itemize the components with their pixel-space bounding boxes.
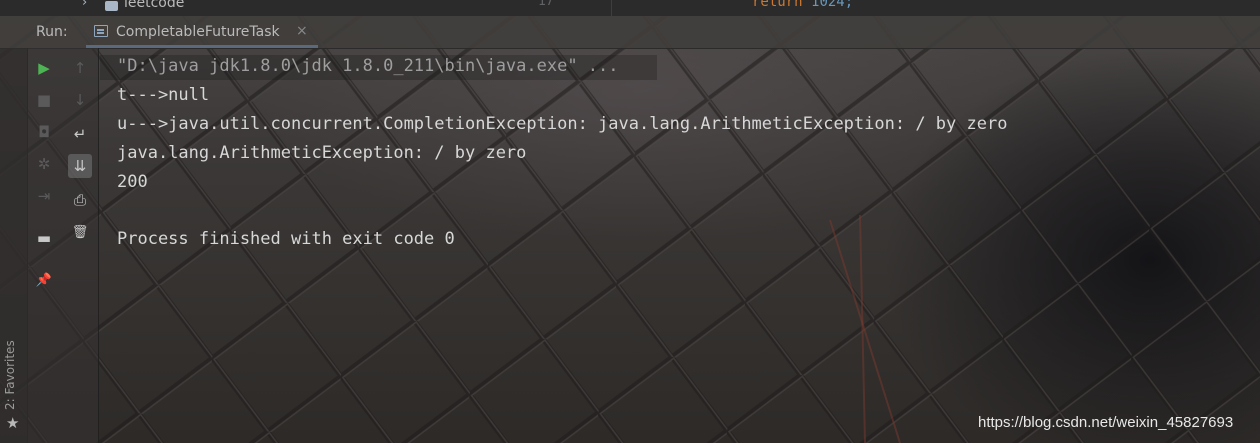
console-icon bbox=[94, 25, 108, 37]
trash-icon[interactable]: 🗑 bbox=[68, 220, 92, 244]
line-number: 17 bbox=[538, 0, 554, 9]
rerun-icon[interactable]: ▶ bbox=[32, 56, 56, 80]
run-toolbar-secondary: ↑ ↓ ↵ ⇊ ⎙ 🗑 bbox=[62, 48, 99, 443]
exit-icon[interactable]: ⇥ bbox=[32, 184, 56, 208]
console-line: java.lang.ArithmeticException: / by zero bbox=[117, 143, 527, 163]
scroll-to-end-icon[interactable]: ⇊ bbox=[68, 154, 92, 178]
stop-icon[interactable]: ■ bbox=[32, 88, 56, 112]
chevron-right-icon[interactable]: › bbox=[82, 0, 87, 10]
folder-icon bbox=[105, 1, 118, 11]
project-tree-folder-label[interactable]: leetcode bbox=[124, 0, 184, 11]
star-icon[interactable]: ★ bbox=[6, 414, 19, 432]
editor-top-strip: › leetcode 17 return 1024; bbox=[0, 0, 1260, 16]
arrow-down-icon[interactable]: ↓ bbox=[68, 88, 92, 112]
run-label: Run: bbox=[36, 24, 68, 40]
soft-wrap-icon[interactable]: ↵ bbox=[68, 122, 92, 146]
console-output[interactable]: "D:\java jdk1.8.0\jdk 1.8.0_211\bin\java… bbox=[100, 48, 1260, 443]
code-value: 1024; bbox=[811, 0, 854, 10]
close-icon[interactable]: × bbox=[296, 23, 308, 39]
camera-icon[interactable]: ◘ bbox=[32, 120, 56, 144]
favorites-tab[interactable]: 2: Favorites bbox=[3, 340, 17, 410]
console-line-exit-status: Process finished with exit code 0 bbox=[117, 229, 455, 249]
console-line-command: "D:\java jdk1.8.0\jdk 1.8.0_211\bin\java… bbox=[117, 56, 619, 76]
code-keyword: return bbox=[752, 0, 803, 10]
console-line: u--->java.util.concurrent.CompletionExce… bbox=[117, 114, 1008, 134]
run-panel-header: Run: CompletableFutureTask × bbox=[0, 16, 1260, 49]
code-line: return 1024; bbox=[752, 0, 853, 10]
run-toolbar-primary: ▶ ■ ◘ ✲ ⇥ ▬ 📌 bbox=[27, 48, 62, 443]
arrow-up-icon[interactable]: ↑ bbox=[68, 56, 92, 80]
run-tab-label: CompletableFutureTask bbox=[116, 24, 280, 40]
console-line: t--->null bbox=[117, 85, 210, 105]
gear-icon[interactable]: ✲ bbox=[32, 152, 56, 176]
run-tab-completablefuturetask[interactable]: CompletableFutureTask × bbox=[86, 16, 318, 48]
pin-icon[interactable]: 📌 bbox=[32, 268, 56, 292]
layout-icon[interactable]: ▬ bbox=[32, 226, 56, 250]
print-icon[interactable]: ⎙ bbox=[68, 188, 92, 212]
watermark-url: https://blog.csdn.net/weixin_45827693 bbox=[978, 414, 1234, 431]
console-line: 200 bbox=[117, 172, 148, 192]
